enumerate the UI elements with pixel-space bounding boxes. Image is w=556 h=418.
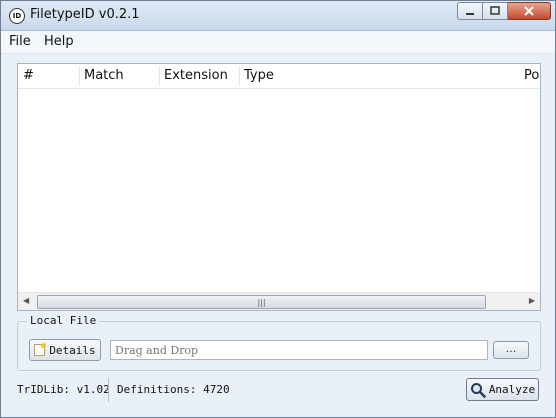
menu-bar: File Help xyxy=(1,31,555,54)
results-list[interactable]: # Match Extension Type Poi ◀ ||| ▶ xyxy=(17,63,541,311)
column-header-extension[interactable]: Extension xyxy=(159,64,239,88)
menu-help[interactable]: Help xyxy=(44,34,74,49)
minimize-icon xyxy=(466,13,474,15)
status-divider xyxy=(108,378,109,402)
close-button[interactable] xyxy=(508,2,551,20)
local-file-group: Local File Details ... xyxy=(17,314,541,371)
column-header-number[interactable]: # xyxy=(18,64,79,88)
caption-buttons xyxy=(457,2,551,22)
close-icon xyxy=(524,6,534,16)
scroll-left-icon[interactable]: ◀ xyxy=(23,296,29,305)
app-icon: ID xyxy=(9,8,25,24)
column-header-match[interactable]: Match xyxy=(79,64,159,88)
definitions-count: Definitions: 4720 xyxy=(117,383,230,396)
drag-drop-input[interactable] xyxy=(110,340,488,360)
app-window: ID FiletypeID v0.2.1 File Help # Match E… xyxy=(0,0,556,418)
scrollbar-thumb[interactable]: ||| xyxy=(37,295,486,309)
magnifier-icon xyxy=(470,382,486,398)
maximize-button[interactable] xyxy=(483,2,508,20)
details-icon xyxy=(34,343,47,356)
window-title: FiletypeID v0.2.1 xyxy=(30,7,140,22)
horizontal-scrollbar[interactable]: ◀ ||| ▶ xyxy=(18,292,540,310)
tridlib-version: TrIDLib: v1.02 xyxy=(17,383,110,396)
scroll-right-icon[interactable]: ▶ xyxy=(529,296,535,305)
details-label: Details xyxy=(49,343,96,357)
local-file-label: Local File xyxy=(27,314,100,327)
column-header-type[interactable]: Type xyxy=(239,64,519,88)
analyze-button[interactable]: Analyze xyxy=(466,378,539,401)
title-bar[interactable]: ID FiletypeID v0.2.1 xyxy=(1,1,555,31)
minimize-button[interactable] xyxy=(457,2,483,20)
column-header-points[interactable]: Poi xyxy=(519,64,540,88)
grip-icon: ||| xyxy=(257,298,266,307)
details-button[interactable]: Details xyxy=(29,339,101,361)
browse-button[interactable]: ... xyxy=(493,341,529,359)
menu-file[interactable]: File xyxy=(9,34,31,49)
analyze-label: Analyze xyxy=(488,383,536,396)
maximize-icon xyxy=(490,6,500,15)
list-header: # Match Extension Type Poi xyxy=(18,64,540,89)
